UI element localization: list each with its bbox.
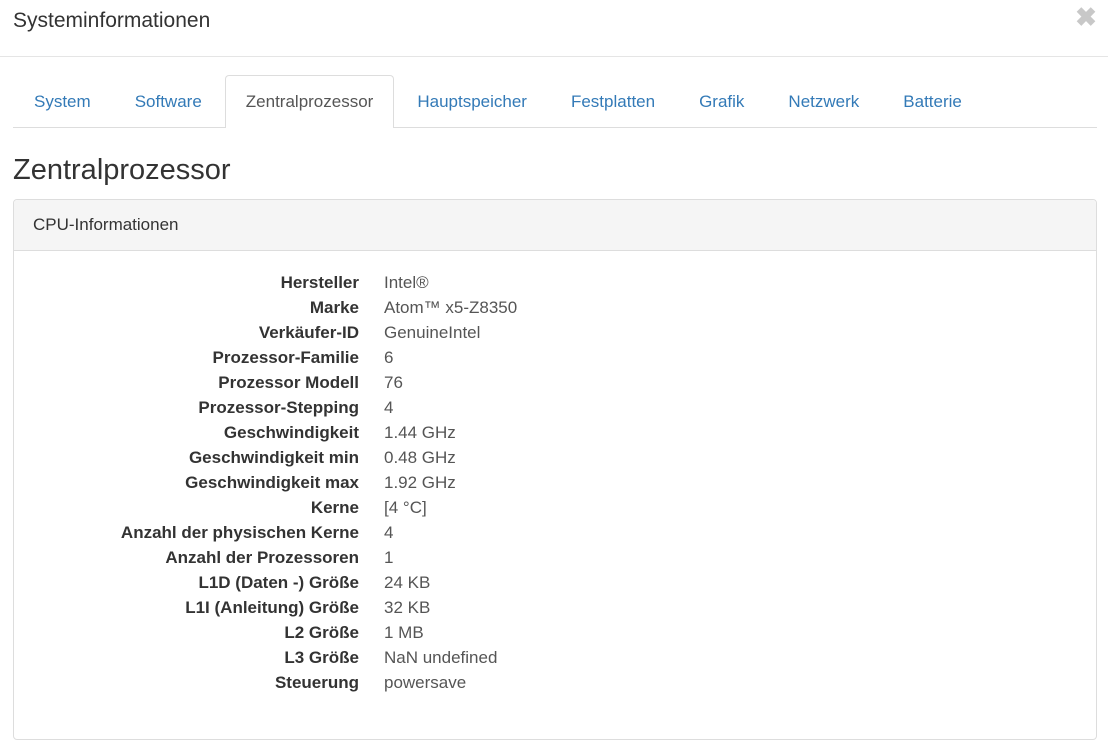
- info-value: 76: [384, 373, 403, 392]
- info-value: powersave: [384, 673, 467, 692]
- info-row-governor: Steuerung powersave: [14, 670, 1096, 695]
- info-label: Kerne: [310, 498, 359, 517]
- info-label: Marke: [309, 298, 359, 317]
- info-value: 4: [384, 523, 394, 542]
- info-value: 0.48 GHz: [384, 448, 456, 467]
- info-value: GenuineIntel: [384, 323, 481, 342]
- info-row-hersteller: Hersteller Intel®: [14, 270, 1096, 295]
- info-label: Verkäufer-ID: [258, 323, 359, 342]
- tab-system[interactable]: System: [13, 75, 112, 127]
- dialog-title: Systeminformationen: [13, 9, 211, 32]
- info-value: 1.92 GHz: [384, 473, 456, 492]
- info-label: Geschwindigkeit min: [188, 448, 359, 467]
- tab-bar: System Software Zentralprozessor Hauptsp…: [13, 75, 1097, 128]
- panel-heading: CPU-Informationen: [14, 200, 1096, 251]
- info-row-vendor-id: Verkäufer-ID GenuineIntel: [14, 320, 1096, 345]
- system-info-dialog: Systeminformationen ✖ System Software Ze…: [0, 0, 1108, 750]
- dialog-header: Systeminformationen ✖: [0, 0, 1108, 57]
- section-title: Zentralprozessor: [13, 154, 231, 186]
- info-label: L2 Größe: [284, 623, 359, 642]
- tab-batterie[interactable]: Batterie: [882, 75, 983, 127]
- info-label: Prozessor-Familie: [212, 348, 359, 367]
- info-value: 24 KB: [384, 573, 431, 592]
- info-label: Anzahl der physischen Kerne: [120, 523, 359, 542]
- info-label: L1D (Daten -) Größe: [198, 573, 359, 592]
- info-label: L1I (Anleitung) Größe: [185, 598, 359, 617]
- info-row-l1i: L1I (Anleitung) Größe 32 KB: [14, 595, 1096, 620]
- info-label: L3 Größe: [284, 648, 359, 667]
- info-row-family: Prozessor-Familie 6: [14, 345, 1096, 370]
- tab-hauptspeicher[interactable]: Hauptspeicher: [396, 75, 548, 127]
- info-value: 4: [384, 398, 394, 417]
- info-value: 1: [384, 548, 394, 567]
- info-label: Anzahl der Prozessoren: [165, 548, 359, 567]
- info-row-l2: L2 Größe 1 MB: [14, 620, 1096, 645]
- info-label: Geschwindigkeit max: [185, 473, 359, 492]
- info-row-speed: Geschwindigkeit 1.44 GHz: [14, 420, 1096, 445]
- info-value: 6: [384, 348, 394, 367]
- info-label: Hersteller: [280, 273, 359, 292]
- info-label: Steuerung: [274, 673, 359, 692]
- info-label: Prozessor-Stepping: [198, 398, 359, 417]
- info-row-speed-max: Geschwindigkeit max 1.92 GHz: [14, 470, 1096, 495]
- tab-festplatten[interactable]: Festplatten: [550, 75, 676, 127]
- info-row-l1d: L1D (Daten -) Größe 24 KB: [14, 570, 1096, 595]
- info-label: Prozessor Modell: [218, 373, 359, 392]
- info-value: [4 °C]: [384, 498, 427, 517]
- info-row-cores: Kerne [4 °C]: [14, 495, 1096, 520]
- info-row-processors: Anzahl der Prozessoren 1: [14, 545, 1096, 570]
- cpu-info-list: Hersteller Intel® Marke Atom™ x5-Z8350 V…: [14, 251, 1096, 695]
- info-row-physical-cores: Anzahl der physischen Kerne 4: [14, 520, 1096, 545]
- cpu-info-panel: CPU-Informationen Hersteller Intel® Mark…: [13, 199, 1097, 740]
- tab-zentralprozessor[interactable]: Zentralprozessor: [224, 75, 395, 128]
- info-row-model: Prozessor Modell 76: [14, 370, 1096, 395]
- info-row-marke: Marke Atom™ x5-Z8350: [14, 295, 1096, 320]
- dialog-body: System Software Zentralprozessor Hauptsp…: [0, 75, 1108, 740]
- tab-software[interactable]: Software: [114, 75, 223, 127]
- info-value: Atom™ x5-Z8350: [384, 298, 518, 317]
- info-value: Intel®: [384, 273, 429, 292]
- info-row-speed-min: Geschwindigkeit min 0.48 GHz: [14, 445, 1096, 470]
- info-row-l3: L3 Größe NaN undefined: [14, 645, 1096, 670]
- info-value: NaN undefined: [384, 648, 498, 667]
- info-row-stepping: Prozessor-Stepping 4: [14, 395, 1096, 420]
- close-icon[interactable]: ✖: [1074, 2, 1098, 32]
- info-value: 32 KB: [384, 598, 431, 617]
- info-value: 1.44 GHz: [384, 423, 456, 442]
- info-label: Geschwindigkeit: [223, 423, 359, 442]
- tab-netzwerk[interactable]: Netzwerk: [767, 75, 880, 127]
- tab-grafik[interactable]: Grafik: [678, 75, 765, 127]
- info-value: 1 MB: [384, 623, 424, 642]
